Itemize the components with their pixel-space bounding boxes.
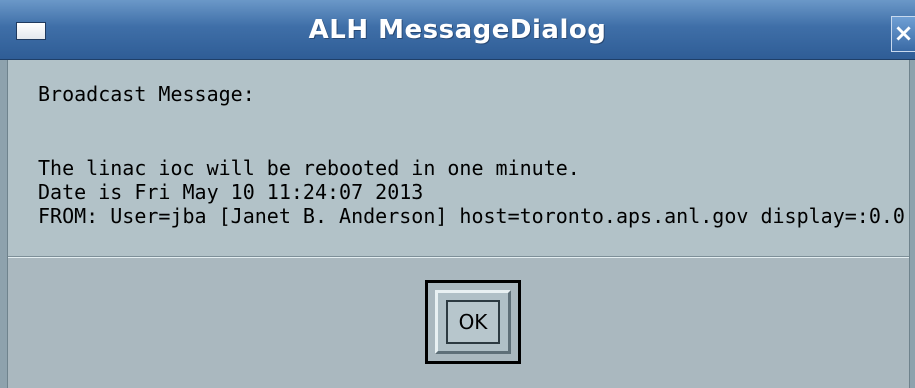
message-dialog-window: ALH MessageDialog × Broadcast Message: T… (0, 0, 915, 388)
ok-button-label: OK (446, 300, 500, 344)
message-line: Date is Fri May 10 11:24:07 2013 (38, 180, 424, 204)
title-bar[interactable]: ALH MessageDialog × (0, 0, 915, 60)
button-area: OK (8, 258, 909, 388)
message-header: Broadcast Message: (38, 82, 255, 106)
window-frame-left (0, 60, 8, 388)
message-line: The linac ioc will be rebooted in one mi… (38, 156, 580, 180)
window-frame-right (909, 60, 915, 388)
message-line: FROM: User=jba [Janet B. Anderson] host=… (38, 204, 905, 228)
message-area: Broadcast Message: The linac ioc will be… (8, 60, 909, 256)
close-icon[interactable]: × (891, 16, 915, 52)
window-title: ALH MessageDialog (308, 15, 607, 45)
ok-button[interactable]: OK (435, 290, 511, 354)
default-button-frame: OK (425, 280, 521, 364)
